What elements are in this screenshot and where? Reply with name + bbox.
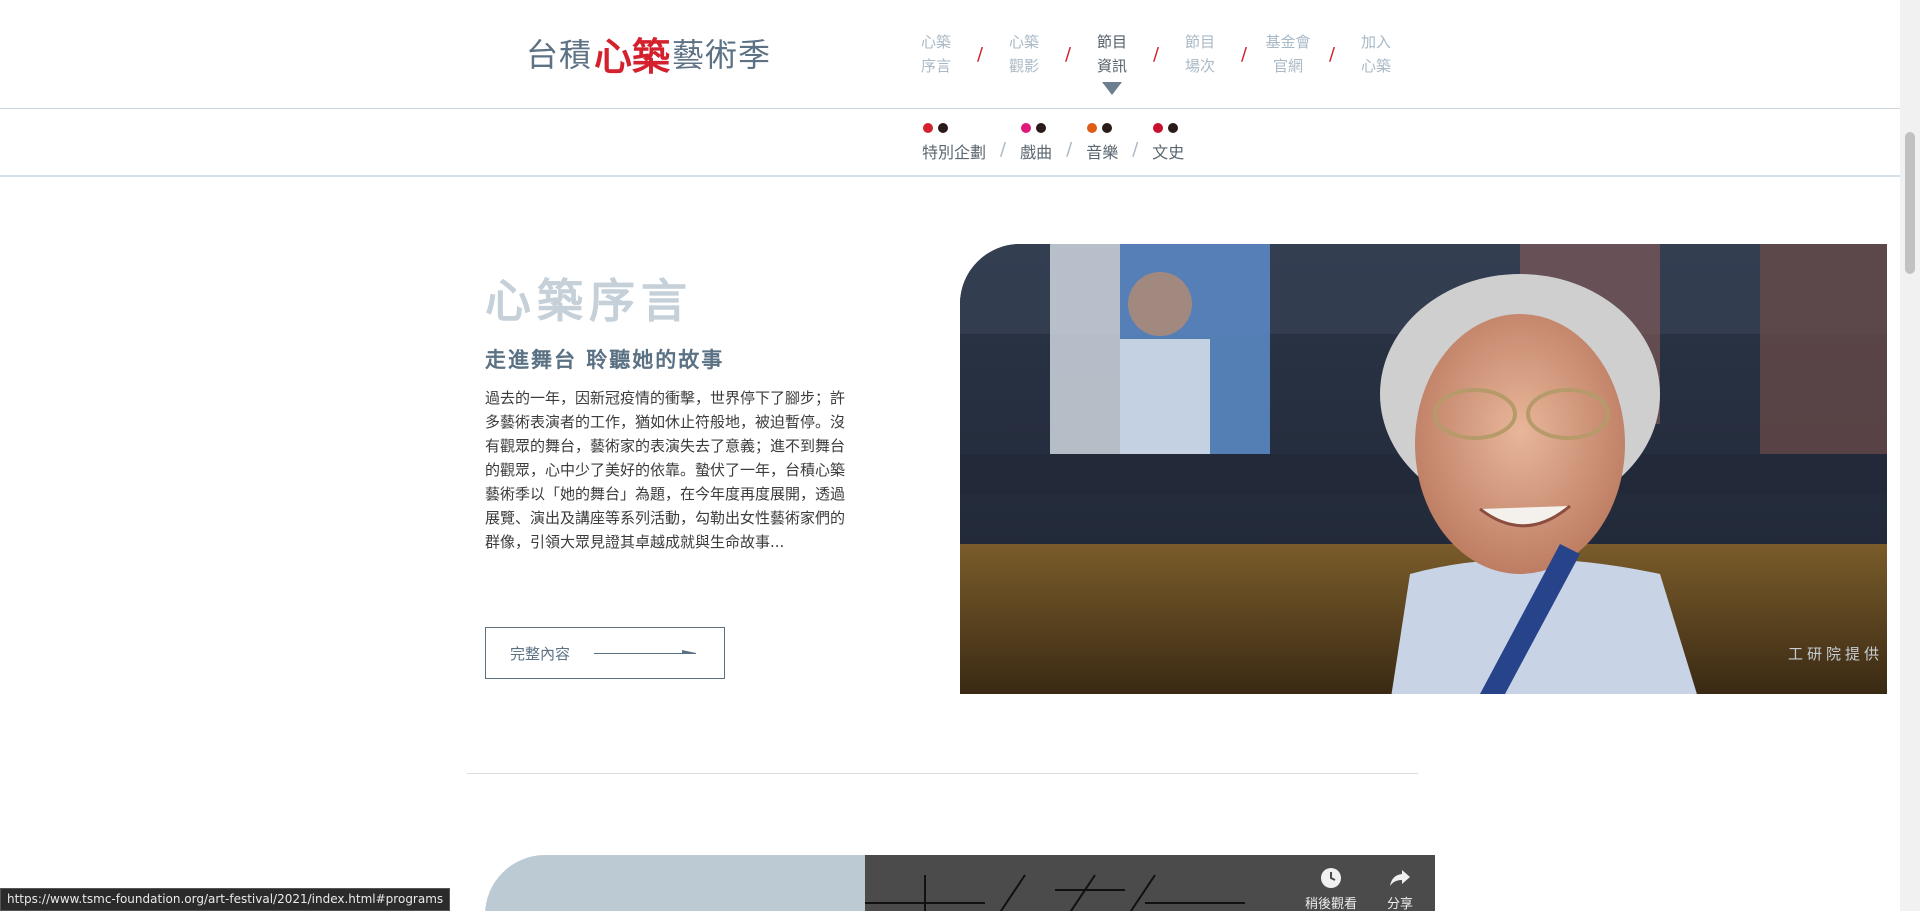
- site-logo[interactable]: 台積 心築 藝術季: [526, 26, 771, 80]
- nav-item-join[interactable]: 加入 心築: [1345, 30, 1407, 78]
- watch-later-button[interactable]: 稍後觀看: [1305, 867, 1357, 911]
- nav-item-film[interactable]: 心築 觀影: [993, 30, 1055, 78]
- category-dot-icon: [938, 123, 948, 133]
- subnav-label: 音樂: [1086, 143, 1119, 162]
- nav-item-line2: 官網: [1272, 57, 1303, 75]
- active-caret-icon: [1102, 82, 1122, 95]
- section-title: 心築序言: [485, 274, 693, 328]
- category-dot-icon: [1168, 123, 1179, 133]
- site-header: 台積 心築 藝術季 心築 序言 / 心築 觀影 / 節目 資訊 / 節目 場次 …: [0, 0, 1900, 109]
- video-embed[interactable]: 稍後觀看 分享: [865, 855, 1435, 911]
- nav-separator: /: [976, 43, 984, 65]
- nav-item-line2: 觀影: [1008, 57, 1039, 75]
- nav-separator: /: [1152, 43, 1160, 65]
- subnav-separator: /: [1000, 139, 1007, 160]
- category-dot-icon: [923, 123, 933, 133]
- scrollbar-thumb[interactable]: [1905, 132, 1915, 274]
- subnav-separator: /: [1132, 139, 1139, 160]
- category-dot-icon: [1102, 123, 1113, 133]
- next-section-card: [485, 855, 865, 911]
- read-more-button[interactable]: 完整內容: [485, 627, 725, 679]
- logo-text-part2: 藝術季: [672, 36, 772, 74]
- nav-item-line2: 序言: [920, 57, 951, 75]
- section-body: 過去的一年，因新冠疫情的衝擊，世界停下了腳步；許多藝術表演者的工作，猶如休止符般…: [485, 389, 846, 551]
- nav-item-line1: 節目: [1184, 33, 1215, 51]
- subnav-item-music[interactable]: 音樂: [1086, 123, 1118, 163]
- arrow-right-icon: [594, 649, 697, 654]
- category-dots: [923, 123, 986, 135]
- nav-item-preface[interactable]: 心築 序言: [905, 30, 967, 78]
- read-more-label: 完整內容: [510, 644, 571, 663]
- category-subnav: 特別企劃 / 戲曲 / 音樂 / 文史: [0, 109, 1900, 177]
- nav-item-line1: 基金會: [1265, 33, 1311, 51]
- nav-item-line1: 節目: [1096, 33, 1127, 51]
- subnav-separator: /: [1066, 139, 1073, 160]
- share-button[interactable]: 分享: [1387, 867, 1413, 911]
- nav-separator: /: [1328, 43, 1336, 65]
- category-dots: [1087, 123, 1118, 135]
- nav-item-program-info[interactable]: 節目 資訊: [1081, 30, 1143, 95]
- link-status-bar: https://www.tsmc-foundation.org/art-fest…: [0, 888, 451, 911]
- category-dot-icon: [1036, 123, 1047, 133]
- subnav-label: 戲曲: [1020, 143, 1053, 162]
- nav-separator: /: [1240, 43, 1248, 65]
- section-divider: [467, 773, 1418, 774]
- subnav-item-special[interactable]: 特別企劃: [922, 123, 986, 163]
- category-dots: [1153, 123, 1184, 135]
- main-nav: 心築 序言 / 心築 觀影 / 節目 資訊 / 節目 場次 / 基金會 官網 /…: [905, 30, 1407, 95]
- subnav-item-history[interactable]: 文史: [1152, 123, 1184, 163]
- page-scrollbar[interactable]: [1900, 0, 1920, 911]
- nav-item-foundation-site[interactable]: 基金會 官網: [1257, 30, 1319, 78]
- nav-separator: /: [1064, 43, 1072, 65]
- nav-item-line2: 資訊: [1096, 57, 1127, 75]
- logo-text-part1: 台積: [526, 36, 593, 74]
- category-dot-icon: [1021, 123, 1032, 133]
- watch-later-label: 稍後觀看: [1304, 897, 1357, 911]
- subnav-item-opera[interactable]: 戲曲: [1020, 123, 1052, 163]
- nav-item-line1: 心築: [1008, 33, 1039, 51]
- logo-mark: 心築: [594, 33, 671, 79]
- section-subtitle: 走進舞台 聆聽她的故事: [485, 348, 725, 372]
- video-actions: 稍後觀看 分享: [1305, 867, 1413, 911]
- share-label: 分享: [1386, 897, 1413, 911]
- clock-icon: [1320, 868, 1341, 888]
- photo-credit: 工研院提供: [1787, 645, 1883, 663]
- nav-item-line2: 心築: [1360, 57, 1391, 75]
- subnav-label: 文史: [1152, 143, 1185, 162]
- subnav-label: 特別企劃: [922, 143, 987, 162]
- portrait-photo-illustration: [960, 244, 1887, 694]
- nav-item-line1: 心築: [920, 33, 951, 51]
- category-dot-icon: [1087, 123, 1098, 133]
- nav-item-line2: 場次: [1184, 57, 1215, 75]
- category-dot-icon: [1153, 123, 1164, 133]
- nav-item-line1: 加入: [1360, 33, 1391, 51]
- nav-item-schedule[interactable]: 節目 場次: [1169, 30, 1231, 78]
- featured-photo: 工研院提供: [960, 244, 1887, 694]
- category-dots: [1021, 123, 1052, 135]
- share-icon: [1389, 870, 1410, 886]
